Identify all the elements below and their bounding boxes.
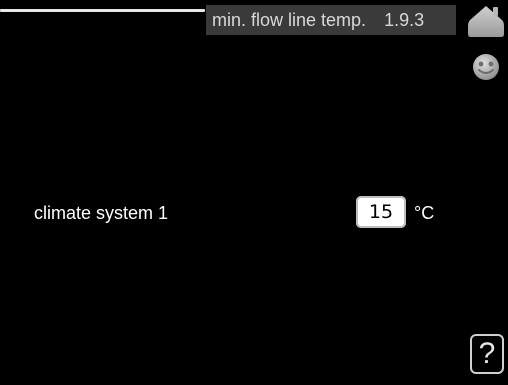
header-divider-line xyxy=(0,9,205,12)
temperature-value-field[interactable]: 15 xyxy=(356,196,406,228)
help-button[interactable]: ? xyxy=(470,334,504,374)
climate-system-label: climate system 1 xyxy=(34,203,169,223)
unit-label: °C xyxy=(414,203,435,223)
title-bar: min. flow line temp. 1.9.3 xyxy=(206,5,456,35)
page-title: min. flow line temp. xyxy=(212,10,367,30)
help-icon: ? xyxy=(478,337,496,370)
globe-icon[interactable] xyxy=(471,52,501,82)
menu-number: 1.9.3 xyxy=(384,10,425,30)
home-icon[interactable] xyxy=(467,4,505,38)
